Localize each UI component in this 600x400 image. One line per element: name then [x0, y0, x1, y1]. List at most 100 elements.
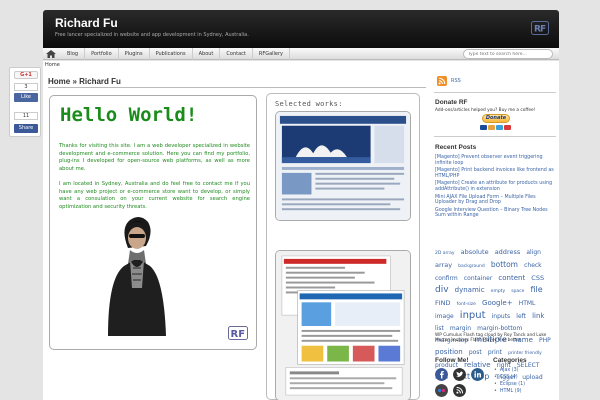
- tag-link[interactable]: space: [511, 289, 524, 294]
- tag-link[interactable]: HTML: [519, 300, 536, 307]
- nav-menu: Blog Portfolio Plugins Publications About Con…: [61, 48, 291, 60]
- tag-link[interactable]: array: [435, 261, 452, 269]
- tag-link[interactable]: check: [524, 262, 542, 269]
- payment-cards: [480, 125, 511, 130]
- tag-link[interactable]: file: [531, 285, 543, 294]
- search-input[interactable]: [463, 49, 553, 59]
- tag-link[interactable]: image: [435, 313, 454, 320]
- social-share-box: G+1 3 Like 11 Share: [9, 67, 41, 137]
- category-link[interactable]: • Ajax (3): [494, 367, 525, 374]
- category-label: Eclipse (1): [499, 382, 525, 387]
- portfolio-thumbnail[interactable]: [275, 250, 411, 400]
- tag-link[interactable]: upload: [522, 374, 542, 381]
- category-link[interactable]: • Eclipse (1): [494, 381, 525, 388]
- nav-item-plugins[interactable]: Plugins: [119, 48, 150, 60]
- nav-item-rfgallery[interactable]: RFGallery: [253, 48, 291, 60]
- nav-item-publications[interactable]: Publications: [150, 48, 193, 60]
- tag-link[interactable]: background: [458, 264, 485, 269]
- flickr-icon[interactable]: [435, 384, 448, 397]
- bullet-icon: •: [494, 382, 497, 387]
- rf-logo-icon: RF: [228, 326, 248, 340]
- follow-icons: [435, 368, 484, 397]
- category-label: CSS (4): [499, 375, 518, 380]
- tag-link[interactable]: list: [435, 325, 444, 332]
- recent-posts-list: [Magento] Prevent observer event trigger…: [435, 155, 555, 221]
- rss-label[interactable]: RSS: [451, 78, 461, 84]
- tag-link[interactable]: printer friendly: [508, 351, 542, 356]
- tag-link[interactable]: margin: [450, 325, 471, 332]
- tag-link[interactable]: align: [526, 249, 541, 256]
- svg-text:F: F: [540, 25, 546, 35]
- site-title[interactable]: Richard Fu: [55, 16, 118, 30]
- works-heading: Selected works:: [275, 100, 343, 108]
- svg-text:RF: RF: [231, 329, 246, 340]
- tag-link[interactable]: FIND: [435, 299, 451, 307]
- tag-link[interactable]: CSS: [531, 274, 544, 282]
- tag-link[interactable]: position: [435, 348, 463, 356]
- nav-item-about[interactable]: About: [193, 48, 221, 60]
- sidebar-divider: [434, 92, 556, 93]
- heading-divider: [48, 87, 426, 88]
- tag-link[interactable]: address: [495, 248, 521, 256]
- recent-post-link[interactable]: [Magento] Prevent observer event trigger…: [435, 155, 555, 166]
- category-link[interactable]: • CSS (4): [494, 374, 525, 381]
- tag-link[interactable]: font-size: [457, 302, 476, 307]
- tag-link[interactable]: input: [460, 310, 486, 321]
- tag-link[interactable]: content: [498, 274, 525, 282]
- nav-item-contact[interactable]: Contact: [220, 48, 253, 60]
- tag-link[interactable]: absolute: [461, 248, 489, 256]
- tag-link[interactable]: post: [469, 349, 482, 356]
- google-plus-count: 3: [14, 83, 38, 91]
- bullet-icon: •: [494, 375, 497, 380]
- linkedin-icon[interactable]: [471, 368, 484, 381]
- rss-icon[interactable]: [453, 384, 466, 397]
- sidebar: RSS Donate RF Add-ons/articles helped yo…: [434, 70, 558, 400]
- categories-heading: Categories: [493, 357, 527, 364]
- tag-link[interactable]: dynamic: [455, 286, 485, 294]
- intro-paragraph-1: Thanks for visiting this site. I am a we…: [59, 143, 250, 172]
- discover-icon: [504, 125, 511, 130]
- facebook-like-button[interactable]: Like: [14, 93, 38, 102]
- facebook-like-count: 11: [14, 112, 38, 120]
- visa-icon: [480, 125, 487, 130]
- rf-logo-icon[interactable]: R F: [531, 21, 549, 35]
- tag-link[interactable]: left: [516, 313, 526, 320]
- tag-link[interactable]: 2D array: [435, 251, 455, 256]
- mastercard-icon: [488, 125, 495, 130]
- category-label: HTML (9): [499, 389, 522, 394]
- donate-description: Add-ons/articles helped you? Buy me a co…: [435, 108, 536, 113]
- tag-link[interactable]: Google+: [482, 299, 513, 307]
- page-title: Home » Richard Fu: [48, 77, 121, 86]
- nav-item-blog[interactable]: Blog: [61, 48, 86, 60]
- tag-link[interactable]: print: [488, 349, 502, 356]
- facebook-icon[interactable]: [435, 368, 448, 381]
- twitter-icon[interactable]: [453, 368, 466, 381]
- categories-list: • Ajax (3) • CSS (4) • Eclipse (1) • HTML (9): [494, 367, 525, 395]
- bullet-icon: •: [494, 389, 497, 394]
- amex-icon: [496, 125, 503, 130]
- rss-icon: [437, 76, 447, 86]
- follow-heading: Follow Me!: [435, 357, 469, 364]
- tag-link[interactable]: inputs: [492, 313, 511, 320]
- tag-link[interactable]: container: [464, 275, 492, 282]
- recent-post-link[interactable]: Google Interview Question – Binary Tree …: [435, 208, 555, 219]
- tag-link[interactable]: div: [435, 285, 449, 295]
- recent-post-link[interactable]: [Magento] Print backend invoices like fr…: [435, 168, 555, 179]
- tag-link[interactable]: bottom: [491, 260, 518, 269]
- recent-post-link[interactable]: [Magento] Create an attribute for produc…: [435, 181, 555, 192]
- tag-link[interactable]: margin-bottom: [477, 325, 522, 332]
- donate-button[interactable]: Donate: [482, 114, 510, 123]
- sidebar-divider: [434, 136, 556, 137]
- recent-post-link[interactable]: Mini AJAX File Upload Form – Multiple Fi…: [435, 195, 555, 206]
- breadcrumb-home[interactable]: Home: [45, 61, 60, 69]
- portfolio-thumbnail[interactable]: [275, 111, 411, 221]
- tag-link[interactable]: empty: [491, 289, 505, 294]
- facebook-share-button[interactable]: Share: [14, 124, 38, 133]
- home-icon[interactable]: [45, 49, 57, 59]
- tag-link[interactable]: confirm: [435, 275, 458, 282]
- google-plus-button[interactable]: G+1: [14, 71, 38, 79]
- tag-link[interactable]: link: [532, 312, 544, 320]
- selected-works-panel: Selected works:: [266, 93, 420, 400]
- nav-item-portfolio[interactable]: Portfolio: [85, 48, 119, 60]
- category-link[interactable]: • HTML (9): [494, 388, 525, 395]
